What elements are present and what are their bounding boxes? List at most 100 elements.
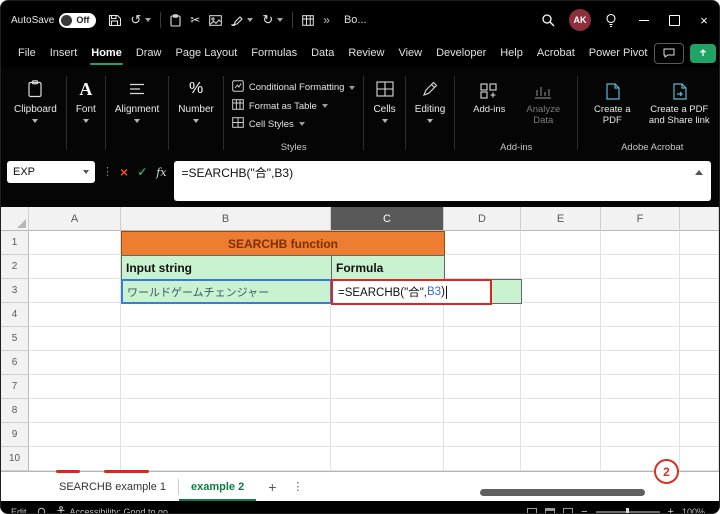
cell[interactable] [601,423,680,447]
cell-styles-button[interactable]: Cell Styles [232,117,305,131]
cell[interactable] [521,447,601,471]
tab-draw[interactable]: Draw [129,41,169,66]
comments-button[interactable] [654,42,685,64]
spreadsheet-grid[interactable]: SEARCHB function Input string Formula ワー… [1,207,719,471]
cell[interactable] [121,423,331,447]
tab-acrobat[interactable]: Acrobat [530,41,582,66]
row-header-5[interactable]: 5 [1,327,29,351]
cell[interactable] [521,303,601,327]
cell[interactable] [601,399,680,423]
cell[interactable] [444,375,521,399]
sheet-tab-example-2[interactable]: example 2 [179,472,256,501]
cell[interactable] [444,447,521,471]
clipboard-group-button[interactable]: Clipboard [5,70,66,156]
tab-page-layout[interactable]: Page Layout [168,41,244,66]
cell[interactable] [444,231,521,255]
name-box[interactable]: EXP [7,161,95,183]
add-sheet-button[interactable]: + [268,479,276,495]
toolbar-overflow-icon[interactable]: » [323,13,330,27]
maximize-button[interactable] [659,1,689,39]
cell[interactable] [29,423,121,447]
tab-view[interactable]: View [391,41,429,66]
cell[interactable] [29,255,121,279]
sheet-tab-searchb-example-1[interactable]: SEARCHB example 1 [47,472,178,501]
cell[interactable] [521,231,601,255]
cell[interactable] [601,303,680,327]
tab-file[interactable]: File [11,41,43,66]
zoom-in-button[interactable]: + [668,507,674,514]
cell[interactable] [29,327,121,351]
formula-input[interactable]: =SEARCHB("合",B3) [173,161,711,201]
analyze-data-button[interactable]: Analyze Data [517,78,569,127]
redo-icon[interactable]: ↻ [262,12,273,28]
cell[interactable] [29,303,121,327]
cell[interactable] [601,375,680,399]
select-all-corner[interactable] [1,207,29,231]
tab-data[interactable]: Data [304,41,341,66]
cell[interactable] [521,399,601,423]
cell[interactable] [521,327,601,351]
row-header-3[interactable]: 3 [1,279,29,303]
cell[interactable] [680,447,719,471]
cell[interactable] [680,231,719,255]
cell[interactable] [331,327,444,351]
enter-icon[interactable]: ✓ [137,165,147,179]
cell[interactable] [121,327,331,351]
cell[interactable] [680,399,719,423]
cell[interactable] [121,303,331,327]
column-header-C[interactable]: C [331,207,444,231]
macro-record-icon[interactable] [37,507,46,513]
format-painter-dropdown-icon[interactable] [247,18,254,22]
horizontal-scrollbar[interactable] [480,489,645,496]
accessibility-status[interactable]: Accessibility: Good to go [56,505,168,513]
autosave-toggle[interactable]: AutoSave Off [11,12,97,28]
save-icon[interactable] [108,14,122,27]
cell[interactable] [121,399,331,423]
cell[interactable] [601,279,680,303]
create-pdf-share-button[interactable]: Create a PDF and Share link [640,78,718,127]
cell[interactable] [680,423,719,447]
zoom-slider[interactable] [595,508,660,513]
redo-dropdown-icon[interactable] [277,18,284,22]
row-header-6[interactable]: 6 [1,351,29,375]
cell-B3-input-value[interactable]: ワールドゲームチェンジャー [121,279,332,304]
cell[interactable] [444,423,521,447]
row-header-4[interactable]: 4 [1,303,29,327]
cut-icon[interactable]: ✂ [190,13,200,27]
undo-dropdown-icon[interactable] [145,18,152,22]
cell[interactable] [331,423,444,447]
cell[interactable] [121,447,331,471]
autosave-pill[interactable]: Off [59,12,97,28]
number-group-button[interactable]: % Number [169,70,223,156]
tab-review[interactable]: Review [341,41,391,66]
cell[interactable] [601,255,680,279]
cell-B2-input-header[interactable]: Input string [121,255,332,280]
cell[interactable] [680,303,719,327]
cell[interactable] [601,327,680,351]
format-as-table-button[interactable]: Format as Table [232,99,328,113]
clipboard-icon[interactable] [170,13,181,27]
cell[interactable] [521,423,601,447]
cell[interactable] [521,375,601,399]
zoom-level[interactable]: 100% [682,507,705,513]
row-header-2[interactable]: 2 [1,255,29,279]
cell[interactable] [444,351,521,375]
alignment-group-button[interactable]: Alignment [106,70,168,156]
cell[interactable] [29,447,121,471]
cell[interactable] [521,255,601,279]
name-box-dropdown-icon[interactable] [83,170,89,174]
cell[interactable] [331,447,444,471]
cell[interactable] [521,279,601,303]
tab-overflow-icon[interactable]: ⋮ [292,480,303,493]
cells-group-button[interactable]: Cells [364,70,404,156]
cell-C2-formula-header[interactable]: Formula [331,255,445,280]
column-header-A[interactable]: A [29,207,121,231]
row-header-9[interactable]: 9 [1,423,29,447]
row-header-1[interactable]: 1 [1,231,29,255]
cell[interactable] [331,375,444,399]
row-header-7[interactable]: 7 [1,375,29,399]
cell[interactable] [331,399,444,423]
column-header-D[interactable]: D [444,207,521,231]
cell[interactable] [29,399,121,423]
tab-home[interactable]: Home [84,41,129,66]
